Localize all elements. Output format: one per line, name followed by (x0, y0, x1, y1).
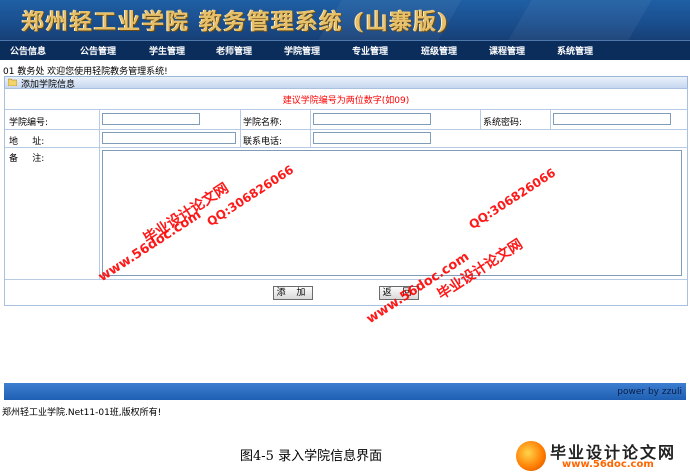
banner-title: 郑州轻工业学院 教务管理系统 (山寨版) (22, 9, 451, 35)
copyright-text: 郑州轻工业学院.Net11-01班,版权所有! (2, 408, 162, 418)
add-button[interactable]: 添 加 (273, 286, 313, 300)
address-input[interactable] (102, 132, 236, 144)
footer-bar: power by zzuli (4, 383, 686, 400)
folder-icon (8, 78, 17, 86)
nav-item-notice-manage[interactable]: 公告管理 (80, 44, 116, 57)
divider (99, 109, 100, 279)
nav-item-teachers[interactable]: 老师管理 (216, 44, 252, 57)
banner-decoration (508, 0, 652, 40)
banner: 郑州轻工业学院 教务管理系统 (山寨版) (0, 0, 690, 40)
app-screenshot: 郑州轻工业学院 教务管理系统 (山寨版) 公告信息 公告管理 学生管理 老师管理… (0, 0, 690, 424)
main-nav: 公告信息 公告管理 学生管理 老师管理 学院管理 专业管理 班级管理 课程管理 … (0, 40, 690, 60)
logo-url: www.56doc.com (562, 459, 654, 470)
college-name-input[interactable] (313, 113, 431, 125)
divider (5, 109, 687, 110)
college-id-input[interactable] (102, 113, 200, 125)
nav-item-colleges[interactable]: 学院管理 (284, 44, 320, 57)
password-label: 系统密码: (483, 118, 523, 128)
site-logo: 毕业设计论文网 www.56doc.com (514, 437, 690, 474)
nav-item-courses[interactable]: 课程管理 (489, 44, 525, 57)
divider (550, 109, 551, 129)
college-id-label: 学院编号: (9, 118, 49, 128)
nav-item-notice-info[interactable]: 公告信息 (10, 44, 46, 57)
password-input[interactable] (553, 113, 671, 125)
phone-label: 联系电话: (243, 137, 283, 147)
divider (480, 109, 481, 129)
divider (5, 129, 687, 130)
logo-emblem-icon (516, 441, 546, 471)
figure-caption: 图4-5 录入学院信息界面 (240, 449, 383, 464)
nav-item-majors[interactable]: 专业管理 (352, 44, 388, 57)
college-name-label: 学院名称: (243, 118, 283, 128)
powered-by: power by zzuli (617, 387, 682, 397)
address-label: 地 址: (9, 137, 45, 147)
form-hint: 建议学院编号为两位数字(如09) (282, 96, 410, 106)
remark-label: 备 注: (9, 154, 45, 164)
divider (310, 109, 311, 147)
nav-item-students[interactable]: 学生管理 (149, 44, 185, 57)
nav-item-classes[interactable]: 班级管理 (421, 44, 457, 57)
phone-input[interactable] (313, 132, 431, 144)
nav-item-system[interactable]: 系统管理 (557, 44, 593, 57)
divider (240, 109, 241, 147)
divider (5, 147, 687, 148)
